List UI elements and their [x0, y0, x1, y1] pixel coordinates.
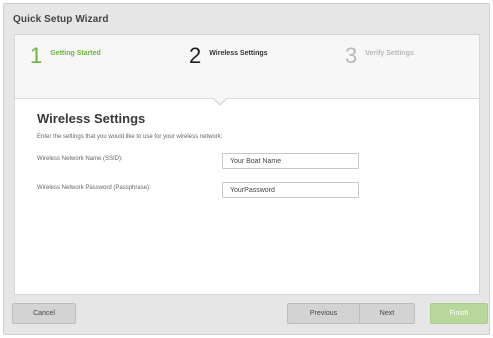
- window-title: Quick Setup Wizard: [13, 14, 109, 25]
- instructions-text: Enter the settings that you would like t…: [37, 134, 223, 140]
- step-indicator: 1 Getting Started 2 Wireless Settings 3 …: [15, 35, 479, 99]
- step-number: 2: [189, 43, 202, 68]
- next-button[interactable]: Next: [359, 303, 415, 324]
- cancel-button[interactable]: Cancel: [12, 303, 76, 324]
- wizard-card: 1 Getting Started 2 Wireless Settings 3 …: [14, 34, 480, 295]
- step-verify-settings: 3 Verify Settings: [345, 45, 414, 67]
- step-getting-started: 1 Getting Started: [30, 45, 101, 67]
- step-label: Verify Settings: [365, 50, 414, 57]
- step-number: 1: [30, 43, 43, 68]
- step-label: Wireless Settings: [209, 50, 268, 57]
- step-wireless-settings: 2 Wireless Settings: [189, 45, 268, 67]
- active-step-pointer-fill: [213, 97, 227, 104]
- previous-button[interactable]: Previous: [287, 303, 360, 324]
- password-label: Wireless Network Password (Passphrase):: [37, 185, 151, 191]
- ssid-input[interactable]: [222, 153, 359, 169]
- password-input[interactable]: [222, 182, 359, 198]
- section-title: Wireless Settings: [37, 111, 146, 126]
- finish-button[interactable]: Finish: [430, 303, 488, 324]
- wizard-window: Quick Setup Wizard 1 Getting Started 2 W…: [3, 3, 490, 335]
- step-label: Getting Started: [50, 50, 101, 57]
- ssid-label: Wireless Network Name (SSID):: [37, 156, 123, 162]
- step-number: 3: [345, 43, 358, 68]
